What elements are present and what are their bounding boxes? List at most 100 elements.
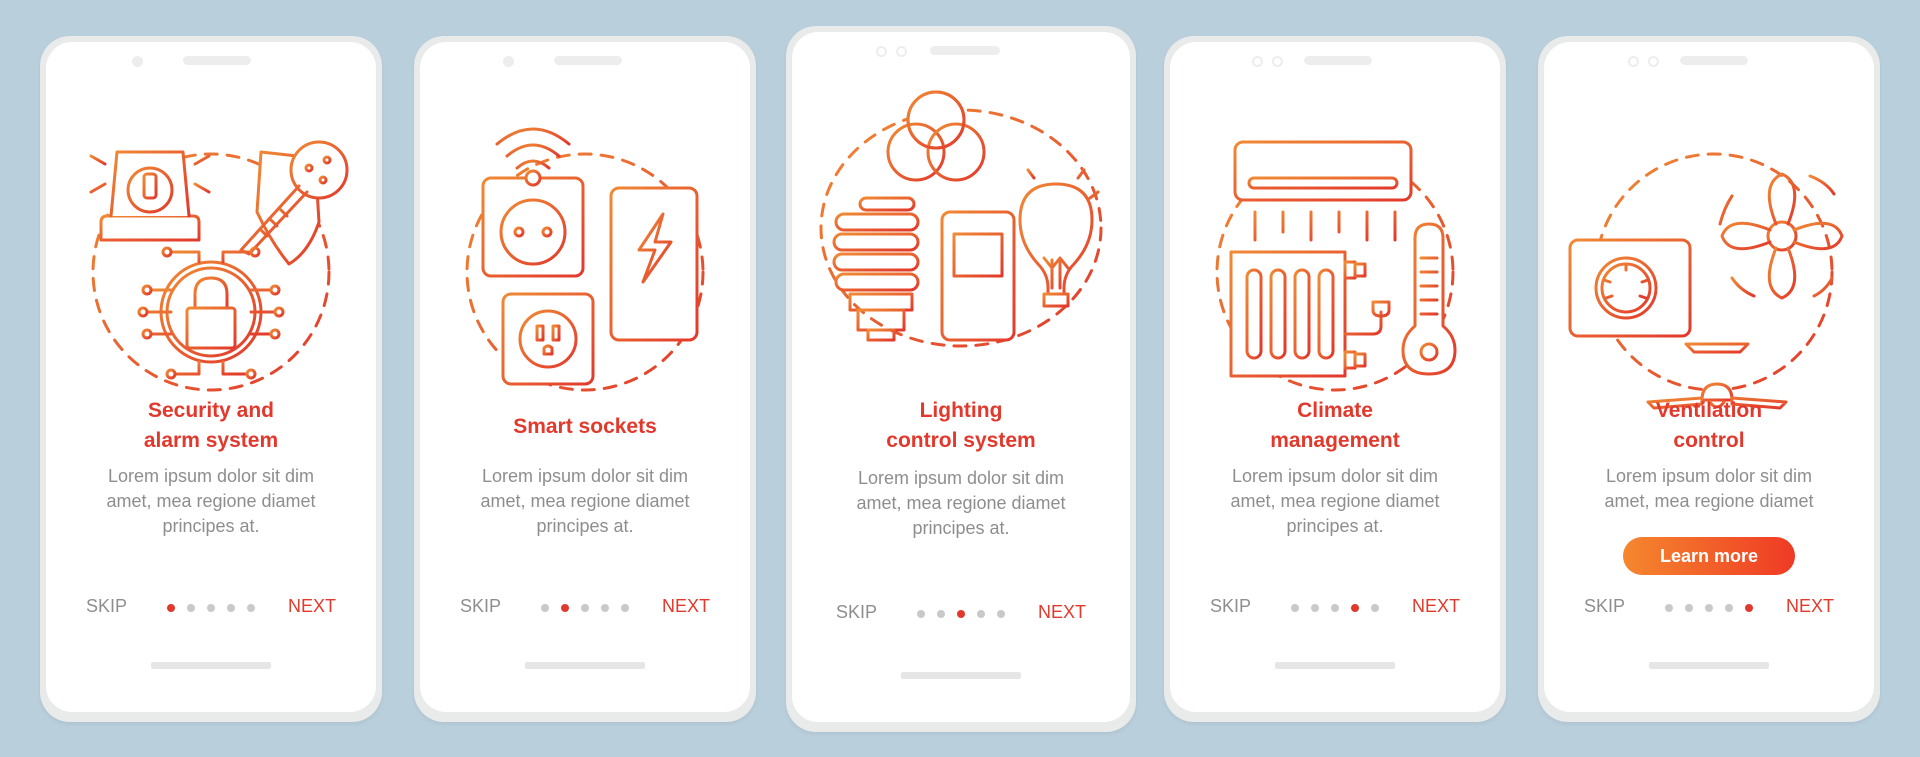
page-dot-1[interactable] [541, 604, 549, 612]
page-dot-2[interactable] [1685, 604, 1693, 612]
onboarding-screen-lighting: Lighting control system Lorem ipsum dolo… [786, 26, 1136, 732]
description-line: Lorem ipsum dolor sit dim [1231, 466, 1439, 486]
camera-dot [1252, 56, 1263, 67]
next-button[interactable]: NEXT [288, 596, 336, 617]
page-dot-5[interactable] [997, 610, 1005, 618]
phone-screen: Security and alarm system Lorem ipsum do… [46, 42, 376, 712]
onboarding-screen-smart-sockets: Smart sockets Lorem ipsum dolor sit dim … [414, 36, 756, 722]
lightbulb-icon [1018, 160, 1104, 314]
home-indicator [151, 662, 271, 669]
title-line: Security and [147, 399, 275, 422]
page-indicator [917, 610, 1005, 618]
page-dot-1[interactable] [167, 604, 175, 612]
home-indicator [525, 662, 645, 669]
next-button[interactable]: NEXT [1038, 602, 1086, 623]
page-dot-4[interactable] [227, 604, 235, 612]
title-line: Climate [1297, 399, 1373, 422]
description-line: principes at. [912, 518, 1010, 538]
learn-more-button[interactable]: Learn more [1623, 537, 1795, 575]
description-line: amet, mea regione diamet [1230, 491, 1440, 511]
security-alarm-illustration [46, 112, 376, 412]
padlock-circuit-icon [137, 246, 285, 380]
screen-description: Lorem ipsum dolor sit dim amet, mea regi… [420, 464, 750, 539]
page-dot-4[interactable] [977, 610, 985, 618]
page-dot-4[interactable] [1725, 604, 1733, 612]
page-dot-5[interactable] [247, 604, 255, 612]
screen-title: Security and alarm system [46, 396, 376, 456]
speaker-bar [930, 46, 1000, 55]
page-dot-2[interactable] [937, 610, 945, 618]
next-button[interactable]: NEXT [1786, 596, 1834, 617]
smart-plug-icon [481, 169, 585, 278]
onboarding-nav: SKIP NEXT [1544, 596, 1874, 620]
phone-top-bar [420, 56, 750, 70]
onboarding-screen-climate: Climate management Lorem ipsum dolor sit… [1164, 36, 1506, 722]
page-dot-1[interactable] [1291, 604, 1299, 612]
page-dot-5[interactable] [1745, 604, 1753, 612]
page-dot-3[interactable] [1331, 604, 1339, 612]
page-dot-2[interactable] [561, 604, 569, 612]
phone-screen: Smart sockets Lorem ipsum dolor sit dim … [420, 42, 750, 712]
page-dot-5[interactable] [1371, 604, 1379, 612]
phone-top-bar [1170, 56, 1500, 70]
description-line: amet, mea regione diamet [856, 493, 1066, 513]
sensor-dot [1272, 56, 1283, 67]
skip-button[interactable]: SKIP [86, 596, 127, 617]
lighting-control-illustration [792, 68, 1130, 368]
onboarding-nav: SKIP NEXT [1170, 596, 1500, 620]
onboarding-screen-ventilation: Ventilation control Lorem ipsum dolor si… [1538, 36, 1880, 722]
page-dot-3[interactable] [207, 604, 215, 612]
phone-top-bar [1544, 56, 1874, 70]
onboarding-nav: SKIP NEXT [792, 602, 1130, 626]
title-line: Lighting [919, 399, 1003, 422]
speaker-bar [554, 56, 622, 65]
page-dot-2[interactable] [187, 604, 195, 612]
title-line: control [1673, 429, 1745, 452]
wifi-icon [495, 127, 571, 170]
page-dot-4[interactable] [601, 604, 609, 612]
description-line: principes at. [536, 516, 634, 536]
home-indicator [901, 672, 1021, 679]
description-line: principes at. [1286, 516, 1384, 536]
speaker-bar [1680, 56, 1748, 65]
camera-dot [1628, 56, 1639, 67]
smart-sockets-illustration [420, 112, 750, 412]
page-indicator [1291, 604, 1379, 612]
skip-button[interactable]: SKIP [1210, 596, 1251, 617]
title-line: alarm system [143, 429, 279, 452]
screen-description: Lorem ipsum dolor sit dim amet, mea regi… [1170, 464, 1500, 539]
screen-description: Lorem ipsum dolor sit dim amet, mea regi… [792, 466, 1130, 541]
skip-button[interactable]: SKIP [1584, 596, 1625, 617]
description-line: Lorem ipsum dolor sit dim [1605, 466, 1813, 486]
next-button[interactable]: NEXT [1412, 596, 1460, 617]
camera-dot [503, 56, 514, 67]
skip-button[interactable]: SKIP [460, 596, 501, 617]
sensor-dot [1648, 56, 1659, 67]
page-dot-1[interactable] [1665, 604, 1673, 612]
page-dot-3[interactable] [957, 610, 965, 618]
shield-key-icon [239, 140, 349, 266]
skip-button[interactable]: SKIP [836, 602, 877, 623]
page-dot-1[interactable] [917, 610, 925, 618]
screen-title: Climate management [1170, 396, 1500, 456]
title-line: Smart sockets [513, 415, 657, 438]
title-line: Ventilation [1655, 399, 1763, 422]
page-dot-4[interactable] [1351, 604, 1359, 612]
cfl-bulb-icon [832, 196, 920, 342]
siren-icon [87, 150, 213, 242]
climate-management-illustration [1170, 112, 1500, 412]
page-dot-3[interactable] [581, 604, 589, 612]
color-circles-icon [886, 90, 986, 182]
phone-screen: Climate management Lorem ipsum dolor sit… [1170, 42, 1500, 712]
next-button[interactable]: NEXT [662, 596, 710, 617]
onboarding-screen-security: Security and alarm system Lorem ipsum do… [40, 36, 382, 722]
onboarding-nav: SKIP NEXT [46, 596, 376, 620]
power-outlet-icon [501, 292, 595, 386]
page-dot-3[interactable] [1705, 604, 1713, 612]
ventilation-control-illustration [1544, 112, 1874, 412]
page-dot-2[interactable] [1311, 604, 1319, 612]
phone-screen: Ventilation control Lorem ipsum dolor si… [1544, 42, 1874, 712]
home-indicator [1275, 662, 1395, 669]
title-line: management [1270, 429, 1400, 452]
page-dot-5[interactable] [621, 604, 629, 612]
